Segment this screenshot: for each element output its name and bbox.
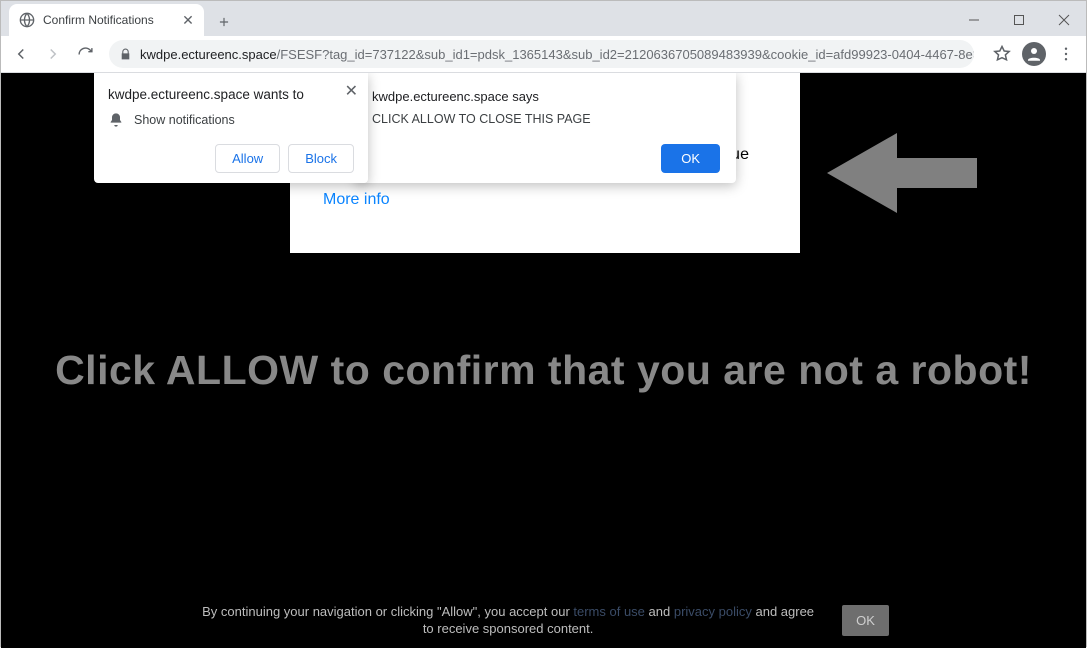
- terms-of-use-link[interactable]: terms of use: [573, 604, 645, 619]
- consent-text: By continuing your navigation or clickin…: [198, 603, 818, 638]
- consent-footer: By continuing your navigation or clickin…: [1, 603, 1086, 638]
- consent-part1: By continuing your navigation or clickin…: [202, 604, 573, 619]
- page-content: ue More info kwdpe.ectureenc.space says …: [1, 73, 1086, 648]
- toolbar: kwdpe.ectureenc.space/FSESF?tag_id=73712…: [1, 36, 1086, 73]
- arrow-left-icon: [827, 128, 977, 218]
- permission-label: Show notifications: [134, 113, 235, 127]
- consent-ok-button[interactable]: OK: [842, 605, 889, 636]
- address-path: /FSESF?tag_id=737122&sub_id1=pdsk_136514…: [277, 47, 974, 62]
- titlebar: Confirm Notifications ✕: [1, 1, 1086, 36]
- more-info-link[interactable]: More info: [323, 191, 390, 209]
- bookmark-star-icon[interactable]: [988, 40, 1016, 68]
- close-tab-icon[interactable]: ✕: [180, 12, 196, 28]
- allow-button[interactable]: Allow: [215, 144, 280, 173]
- reload-button[interactable]: [71, 40, 99, 68]
- browser-tab[interactable]: Confirm Notifications ✕: [9, 4, 204, 36]
- block-button[interactable]: Block: [288, 144, 354, 173]
- alert-ok-button[interactable]: OK: [661, 144, 720, 173]
- close-window-button[interactable]: [1041, 4, 1086, 36]
- address-bar[interactable]: kwdpe.ectureenc.space/FSESF?tag_id=73712…: [109, 40, 974, 68]
- consent-and: and: [645, 604, 674, 619]
- privacy-policy-link[interactable]: privacy policy: [674, 604, 752, 619]
- profile-avatar-icon[interactable]: [1022, 42, 1046, 66]
- tab-title: Confirm Notifications: [43, 13, 172, 27]
- alert-origin-text: kwdpe.ectureenc.space says: [372, 89, 720, 104]
- forward-button[interactable]: [39, 40, 67, 68]
- main-headline: Click ALLOW to confirm that you are not …: [1, 347, 1086, 394]
- bell-icon: [108, 112, 124, 128]
- menu-kebab-icon[interactable]: [1052, 40, 1080, 68]
- notification-permission-prompt: ✕ kwdpe.ectureenc.space wants to Show no…: [94, 73, 368, 183]
- alert-message: CLICK ALLOW TO CLOSE THIS PAGE: [372, 112, 720, 126]
- new-tab-button[interactable]: [210, 8, 238, 36]
- lock-icon: [119, 47, 132, 61]
- close-icon[interactable]: ✕: [345, 81, 358, 101]
- window-controls: [951, 4, 1086, 36]
- permission-origin-text: kwdpe.ectureenc.space wants to: [108, 87, 354, 102]
- maximize-button[interactable]: [996, 4, 1041, 36]
- address-domain: kwdpe.ectureenc.space: [140, 47, 277, 62]
- globe-icon: [19, 12, 35, 28]
- back-button[interactable]: [7, 40, 35, 68]
- javascript-alert-dialog: kwdpe.ectureenc.space says CLICK ALLOW T…: [356, 73, 736, 183]
- minimize-button[interactable]: [951, 4, 996, 36]
